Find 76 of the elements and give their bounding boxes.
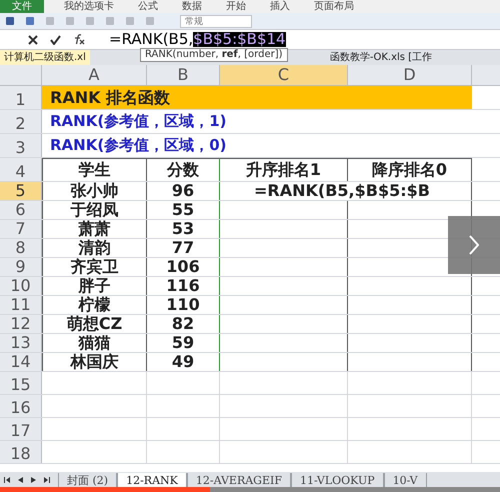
row-header[interactable]: 14 bbox=[0, 353, 42, 371]
function-icon[interactable] bbox=[73, 34, 85, 45]
row-header[interactable]: 13 bbox=[0, 334, 42, 352]
confirm-icon[interactable] bbox=[50, 34, 61, 44]
ribbon-tab[interactable]: 开始 bbox=[226, 2, 246, 12]
row-header[interactable]: 1 bbox=[0, 86, 42, 109]
table-cell: 55 bbox=[147, 201, 220, 219]
last-sheet-icon[interactable] bbox=[44, 477, 50, 483]
row-header[interactable]: 12 bbox=[0, 315, 42, 333]
row-header[interactable]: 10 bbox=[0, 277, 42, 295]
table-cell: 77 bbox=[147, 239, 220, 257]
table-cell: 齐宾卫 bbox=[42, 258, 147, 276]
formula-text: =RANK(B5, bbox=[109, 32, 194, 47]
row-header[interactable]: 8 bbox=[0, 239, 42, 257]
formula-field[interactable]: =RANK(B5,$B$5:$B$14 bbox=[109, 32, 286, 47]
sheet-tab[interactable]: 11-VLOOKUP bbox=[290, 473, 384, 487]
table-cell: 59 bbox=[147, 334, 220, 352]
column-header[interactable]: D bbox=[348, 65, 472, 85]
ribbon-tab[interactable]: 页面布局 bbox=[314, 2, 354, 12]
first-sheet-icon[interactable] bbox=[4, 477, 10, 483]
table-cell: =RANK(B5,$B$5:$B bbox=[220, 182, 472, 200]
table-cell: 110 bbox=[147, 296, 220, 314]
row-header[interactable]: 3 bbox=[0, 134, 42, 157]
sheet-tab[interactable]: 封面 (2) bbox=[58, 473, 118, 487]
row-header[interactable]: 15 bbox=[0, 372, 42, 394]
row-header[interactable]: 9 bbox=[0, 258, 42, 276]
row-header[interactable]: 16 bbox=[0, 395, 42, 417]
highlighted-range: $B$5:$B$14 bbox=[193, 32, 286, 47]
table-cell: 柠檬 bbox=[42, 296, 147, 314]
table-cell: 猫猫 bbox=[42, 334, 147, 352]
table-cell: 96 bbox=[147, 182, 220, 200]
title-text: RANK 排名函数 bbox=[50, 86, 170, 108]
cancel-icon[interactable] bbox=[28, 34, 38, 44]
sheet-tab[interactable]: 12-AVERAGEIF bbox=[186, 473, 291, 487]
row-header[interactable]: 5 bbox=[0, 182, 42, 200]
workbook-tab[interactable]: 函数教学-OK.xls [工作 bbox=[330, 52, 432, 62]
table-cell: 49 bbox=[147, 353, 220, 371]
ribbon-tab[interactable]: 我的选项卡 bbox=[64, 2, 114, 12]
table-cell: 萧萧 bbox=[42, 220, 147, 238]
chevron-right-icon bbox=[469, 235, 479, 255]
table-cell: 106 bbox=[147, 258, 220, 276]
table-cell: 降序排名0 bbox=[348, 158, 472, 181]
table-cell: 清韵 bbox=[42, 239, 147, 257]
ribbon-tab[interactable]: 插入 bbox=[270, 2, 290, 12]
table-cell: 82 bbox=[147, 315, 220, 333]
table-cell: 53 bbox=[147, 220, 220, 238]
table-cell: 张小帅 bbox=[42, 182, 147, 200]
row-header[interactable]: 6 bbox=[0, 201, 42, 219]
function-tooltip: RANK(number, ref, [order]) bbox=[140, 48, 288, 62]
row-header[interactable]: 4 bbox=[0, 158, 42, 181]
table-cell: 升序排名1 bbox=[220, 158, 348, 181]
number-format-dropdown[interactable]: 常规 bbox=[180, 14, 252, 28]
table-cell: 胖子 bbox=[42, 277, 147, 295]
ribbon-tab[interactable]: 文件 bbox=[0, 0, 44, 13]
table-cell: 林国庆 bbox=[42, 353, 147, 371]
sheet-tab[interactable]: 10-V bbox=[384, 473, 427, 487]
row-header[interactable]: 17 bbox=[0, 418, 42, 440]
ribbon-tab[interactable]: 数据 bbox=[182, 2, 202, 12]
column-header[interactable]: A bbox=[42, 65, 147, 85]
table-cell: 萌想CZ bbox=[42, 315, 147, 333]
syntax-text: RANK(参考值，区域，1) bbox=[50, 111, 226, 132]
row-header[interactable]: 11 bbox=[0, 296, 42, 314]
table-cell: 于绍凤 bbox=[42, 201, 147, 219]
column-header[interactable]: C bbox=[220, 65, 348, 85]
syntax-text: RANK(参考值，区域，0) bbox=[50, 135, 226, 156]
table-cell: 分数 bbox=[147, 158, 220, 181]
ribbon-tab[interactable]: 公式 bbox=[138, 2, 158, 12]
prev-sheet-icon[interactable] bbox=[18, 477, 23, 483]
sheet-tab[interactable]: 12-RANK bbox=[117, 473, 187, 487]
row-header[interactable]: 18 bbox=[0, 441, 42, 463]
next-sheet-icon[interactable] bbox=[31, 477, 36, 483]
table-cell: 学生 bbox=[42, 158, 147, 181]
workbook-tab[interactable]: 计算机二级函数.xl bbox=[0, 50, 90, 65]
row-header[interactable]: 2 bbox=[0, 110, 42, 133]
row-header[interactable]: 7 bbox=[0, 220, 42, 238]
table-cell: 116 bbox=[147, 277, 220, 295]
